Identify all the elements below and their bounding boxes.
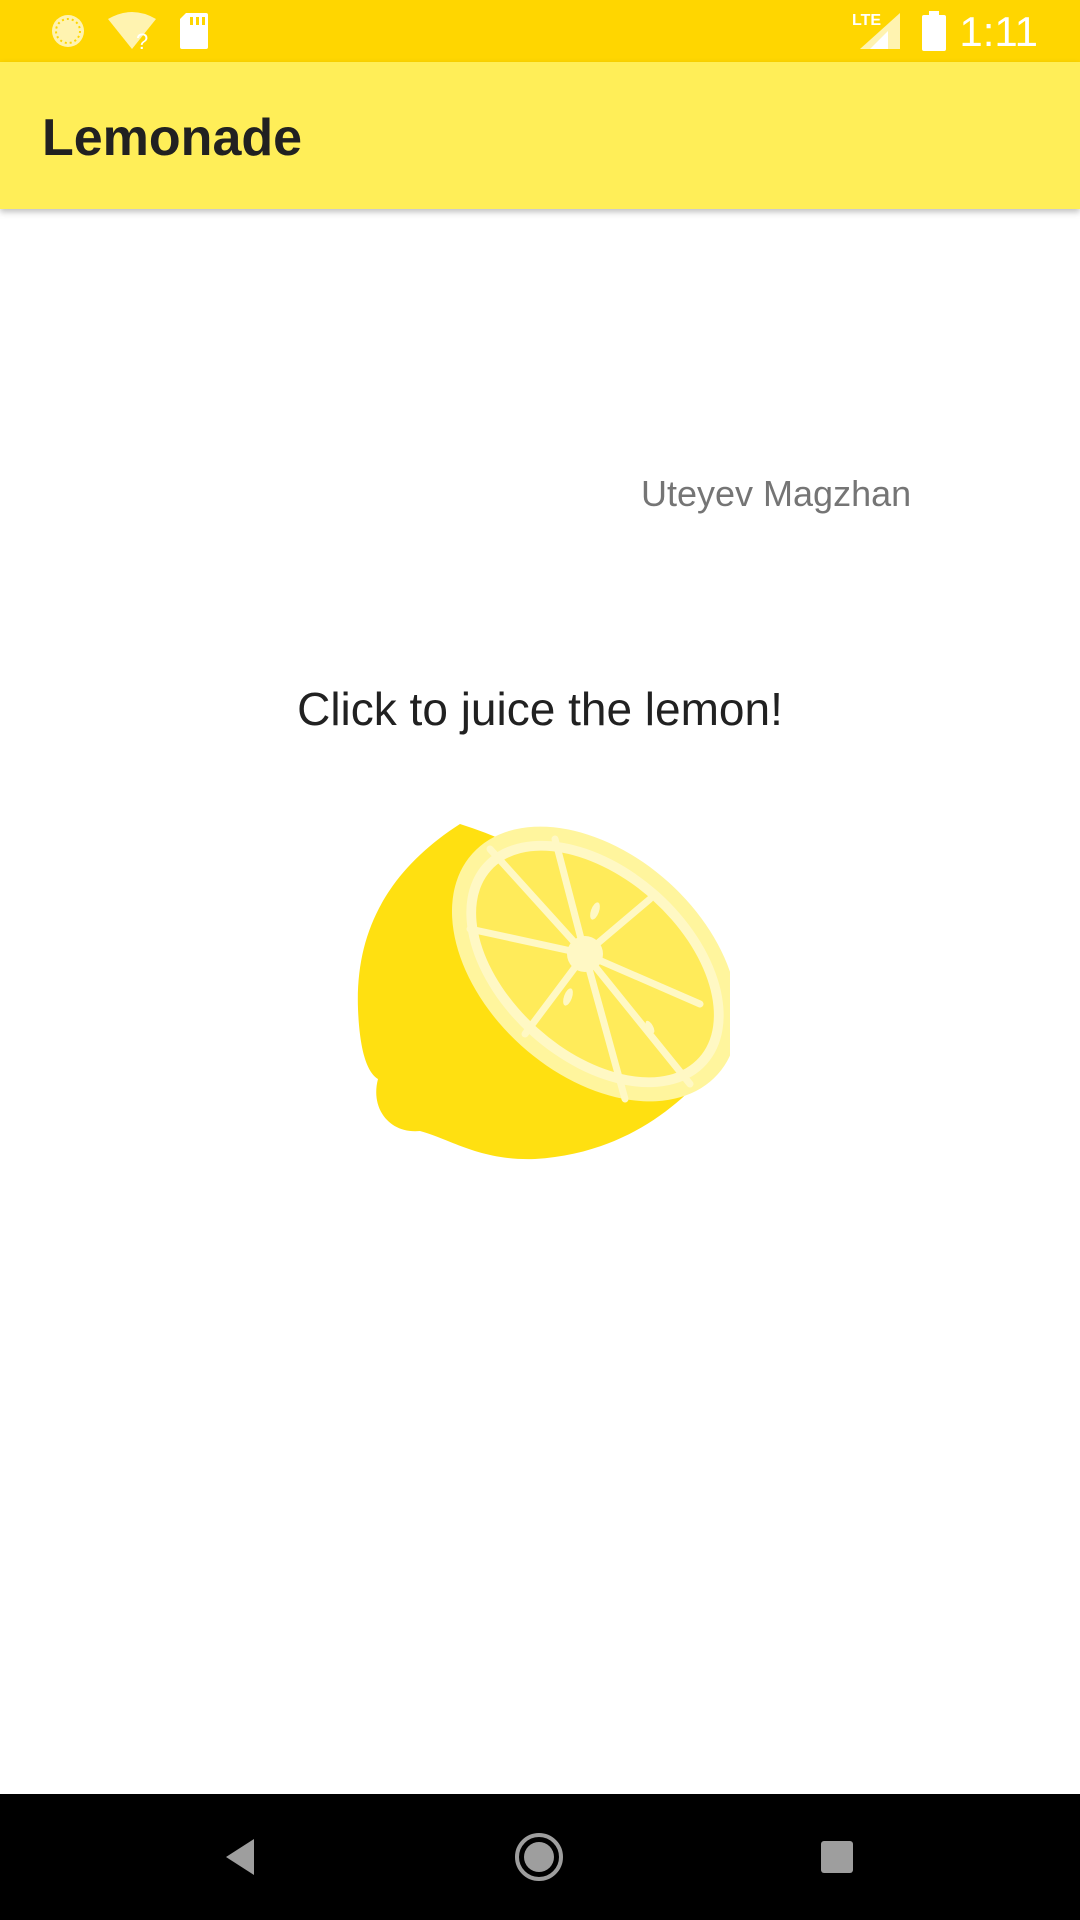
screen: ? LTE 1:11 Lemonade Uteyev Magzhan Click… bbox=[0, 0, 1080, 1920]
wifi-status-text: ? bbox=[136, 29, 148, 51]
navigation-bar bbox=[0, 1794, 1080, 1920]
app-bar: Lemonade bbox=[0, 62, 1080, 209]
author-name: Uteyev Magzhan bbox=[641, 473, 912, 514]
network-label: LTE bbox=[852, 12, 881, 29]
lemon-image-button[interactable] bbox=[350, 809, 739, 1199]
lemon-icon bbox=[357, 824, 739, 1160]
sync-icon bbox=[48, 0, 88, 62]
status-time: 1:11 bbox=[959, 8, 1038, 55]
back-icon bbox=[226, 1839, 254, 1875]
recents-icon bbox=[821, 1841, 853, 1873]
battery-icon bbox=[920, 0, 948, 62]
home-button[interactable] bbox=[479, 1794, 599, 1920]
wifi-icon: ? bbox=[106, 0, 158, 62]
recents-button[interactable] bbox=[777, 1794, 897, 1920]
back-button[interactable] bbox=[180, 1794, 300, 1920]
app-title: Lemonade bbox=[42, 109, 303, 167]
home-icon bbox=[515, 1833, 563, 1881]
main-content: Uteyev Magzhan Click to juice the lemon! bbox=[0, 209, 1080, 1794]
instruction-text: Click to juice the lemon! bbox=[297, 683, 783, 735]
lte-signal-icon: LTE bbox=[852, 0, 902, 62]
sd-card-icon bbox=[178, 0, 210, 62]
status-bar: ? LTE 1:11 bbox=[0, 0, 1080, 62]
